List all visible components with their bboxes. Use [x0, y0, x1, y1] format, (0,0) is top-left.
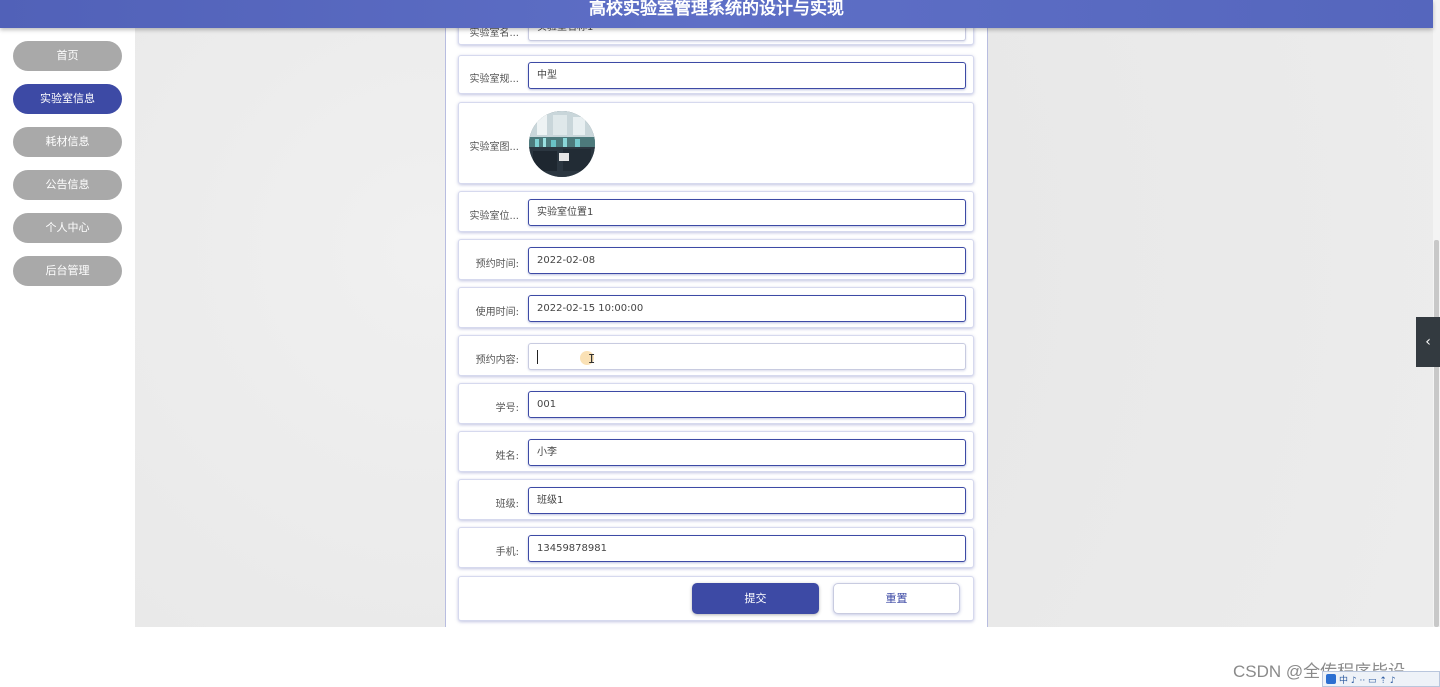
reserve-date-field[interactable]: 2022-02-08 [528, 247, 966, 274]
panel-toggle-button[interactable]: ‹ [1416, 317, 1440, 367]
reset-button[interactable]: 重置 [833, 583, 960, 614]
text-caret [537, 350, 538, 364]
form-row-phone: 手机: 13459878981 [458, 527, 974, 568]
lab-image-label: 实验室图... [469, 142, 519, 153]
chevron-left-icon: ‹ [1425, 334, 1431, 350]
class-value: 班级1 [537, 495, 564, 506]
form-row-lab-image: 实验室图... [458, 102, 974, 184]
use-time-value: 2022-02-15 10:00:00 [537, 303, 644, 314]
scrollbar-thumb[interactable] [1434, 240, 1439, 627]
form-row-class: 班级: 班级1 [458, 479, 974, 520]
phone-field[interactable]: 13459878981 [528, 535, 966, 562]
sidebar-item-lab-info[interactable]: 实验室信息 [13, 84, 122, 114]
submit-button[interactable]: 提交 [692, 583, 819, 614]
use-time-label: 使用时间: [475, 307, 519, 318]
student-id-field[interactable]: 001 [528, 391, 966, 418]
lab-scale-field[interactable]: 中型 [528, 62, 966, 89]
lab-location-label: 实验室位... [469, 211, 519, 222]
sidebar-item-home[interactable]: 首页 [13, 41, 122, 71]
class-label: 班级: [495, 499, 519, 510]
ime-status-text: 中 ♪ ·· ▭ ⇡ ♪ [1339, 675, 1396, 686]
form-row-reserve-date: 预约时间: 2022-02-08 [458, 239, 974, 280]
reserve-content-label: 预约内容: [475, 355, 519, 366]
sidebar-item-announcements[interactable]: 公告信息 [13, 170, 122, 200]
form-row-lab-location: 实验室位... 实验室位置1 [458, 191, 974, 232]
form-row-lab-scale: 实验室规... 中型 [458, 55, 974, 94]
name-label: 姓名: [495, 451, 519, 462]
sidebar: 首页 实验室信息 耗材信息 公告信息 个人中心 后台管理 [0, 28, 135, 627]
form-actions: 提交 重置 [458, 576, 974, 621]
form-row-use-time: 使用时间: 2022-02-15 10:00:00 [458, 287, 974, 328]
phone-value: 13459878981 [537, 543, 607, 554]
sidebar-item-admin[interactable]: 后台管理 [13, 256, 122, 286]
ibeam-cursor-icon: I [588, 352, 596, 366]
lab-scale-value: 中型 [537, 70, 557, 81]
input-method-icon [1326, 674, 1336, 684]
lab-location-value: 实验室位置1 [537, 207, 594, 218]
ime-toolbar[interactable]: 中 ♪ ·· ▭ ⇡ ♪ [1322, 671, 1440, 687]
use-time-field[interactable]: 2022-02-15 10:00:00 [528, 295, 966, 322]
lab-location-field[interactable]: 实验室位置1 [528, 199, 966, 226]
page-title: 高校实验室管理系统的设计与实现 [589, 0, 844, 19]
page-header: 高校实验室管理系统的设计与实现 [0, 0, 1433, 28]
form-row-reserve-content: 预约内容: [458, 335, 974, 376]
phone-label: 手机: [495, 547, 519, 558]
name-field[interactable]: 小李 [528, 439, 966, 466]
lab-scale-label: 实验室规... [469, 74, 519, 85]
class-field[interactable]: 班级1 [528, 487, 966, 514]
lab-photo-image [529, 111, 595, 177]
name-value: 小李 [537, 447, 557, 458]
sidebar-item-consumables[interactable]: 耗材信息 [13, 127, 122, 157]
lab-photo[interactable] [529, 111, 595, 177]
sidebar-item-profile[interactable]: 个人中心 [13, 213, 122, 243]
form-row-student-id: 学号: 001 [458, 383, 974, 424]
form-row-name: 姓名: 小李 [458, 431, 974, 472]
student-id-label: 学号: [495, 403, 519, 414]
reserve-date-label: 预约时间: [475, 259, 519, 270]
reserve-date-value: 2022-02-08 [537, 255, 596, 266]
student-id-value: 001 [537, 399, 557, 410]
